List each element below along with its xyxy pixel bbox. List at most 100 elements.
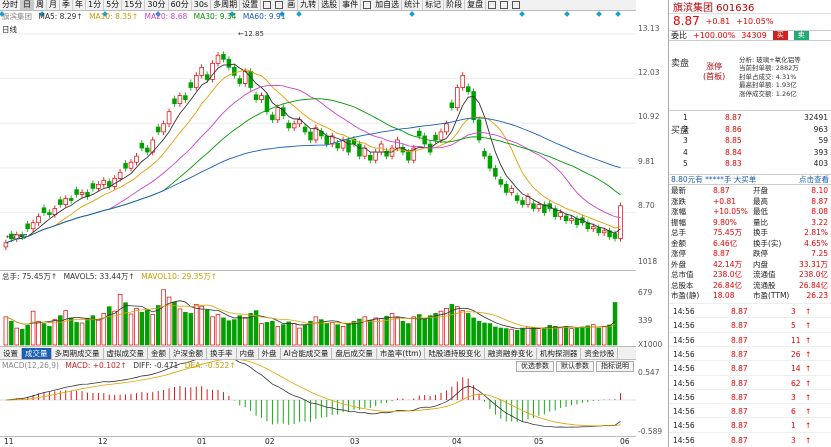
- event-marker[interactable]: [296, 11, 302, 17]
- toolbar-7[interactable]: 5分: [104, 0, 123, 10]
- toolbar-5[interactable]: 年: [73, 0, 86, 10]
- indicator-tab[interactable]: 融资融券变化: [485, 347, 537, 359]
- stat-label: 外盘: [671, 259, 686, 269]
- volume-bar: [308, 320, 313, 346]
- volume-bar: [612, 302, 618, 346]
- candle: [194, 75, 199, 88]
- volume-bar: [411, 316, 417, 346]
- candle: [270, 114, 275, 121]
- price-tick: 9.81: [638, 157, 655, 166]
- toolbar-11[interactable]: 30s: [192, 0, 212, 10]
- view-big-order-link[interactable]: 点击查看: [799, 175, 829, 185]
- tool-icon[interactable]: [512, 1, 521, 9]
- toolbar-21[interactable]: 加自选: [373, 0, 403, 10]
- toolbar-19[interactable]: 事件: [340, 0, 362, 10]
- toolbar-10[interactable]: 60分: [169, 0, 192, 10]
- indicator-tab[interactable]: 外盘: [259, 347, 281, 359]
- indicator-tab[interactable]: 沪深金额: [170, 347, 207, 359]
- event-marker[interactable]: [615, 11, 621, 17]
- volume-bar: [183, 311, 188, 346]
- macd-pane[interactable]: MACD(12,26,9) MACD: +0.102↑ DIFF: -0.471…: [0, 355, 636, 437]
- buy-button[interactable]: 买: [772, 31, 788, 40]
- tool-icon[interactable]: [275, 1, 284, 9]
- default-params-button[interactable]: 默认参数: [556, 361, 594, 372]
- indicator-tab[interactable]: 资金炒股: [581, 347, 619, 359]
- toolbar-17[interactable]: 九转: [298, 0, 320, 10]
- bid-row[interactable]: 4 8.84 393: [669, 148, 831, 159]
- indicator-tab[interactable]: 盘后成交量: [332, 347, 377, 359]
- optimal-params-button[interactable]: 优选参数: [516, 361, 554, 372]
- indicator-tab[interactable]: 成交量: [22, 347, 52, 359]
- volume-bar: [52, 319, 58, 346]
- event-marker[interactable]: [519, 11, 525, 17]
- toolbar-23[interactable]: 标记: [423, 0, 445, 10]
- kline-pane[interactable]: 旗滨集团 MA5: 8.29↑ MA10: 8.35↑ MA20: 8.68 M…: [0, 11, 636, 271]
- price-line: 8.87 +0.81 +10.05%: [669, 14, 831, 28]
- toolbar-2[interactable]: 周: [34, 0, 47, 10]
- tool-icon[interactable]: [263, 1, 272, 9]
- candle: [455, 87, 460, 109]
- volume-tick: 1018: [638, 257, 658, 266]
- indicator-tab[interactable]: 内盘: [237, 347, 259, 359]
- toolbar-16[interactable]: 画: [285, 0, 299, 10]
- indicator-tab[interactable]: 机构探测器: [537, 347, 582, 359]
- bid-volume: 59: [818, 136, 828, 146]
- candle: [25, 223, 30, 230]
- ma5-line: [5, 63, 621, 244]
- toolbar-22[interactable]: 统计: [402, 0, 424, 10]
- indicator-tab[interactable]: 虚拟成交量: [104, 347, 148, 359]
- toolbar-9[interactable]: 30分: [145, 0, 169, 10]
- tool-icon[interactable]: [488, 1, 497, 9]
- indicator-tab[interactable]: 陆股通持股变化: [425, 347, 485, 359]
- price-tick: 12.03: [638, 68, 660, 77]
- indicator-help-button[interactable]: 指标说明: [596, 361, 634, 372]
- stat-value: 8.87: [713, 186, 730, 195]
- indicator-tabs: 设置 成交量 多周期成交量 虚拟成交量 金额 沪深金额 换手率 内盘 外盘 AI合能成交量 盘后成交…: [0, 347, 636, 360]
- bid-row[interactable]: 2 8.86 963: [669, 125, 831, 136]
- candle: [373, 151, 378, 161]
- volume-pane[interactable]: 总手: 75.45万↑ MAVOL5: 33.44万↑ MAVOL10: 29.…: [0, 271, 636, 347]
- volume-bar: [493, 326, 498, 346]
- toolbar-4[interactable]: 季: [60, 0, 73, 10]
- indicator-tab[interactable]: 换手率: [207, 347, 237, 359]
- toolbar-1[interactable]: 日: [21, 0, 34, 10]
- volume-bar: [150, 314, 155, 346]
- bid-row[interactable]: 1 8.87 32491: [669, 113, 831, 124]
- volume-bar: [58, 315, 63, 346]
- event-marker[interactable]: [596, 11, 602, 17]
- bid-row[interactable]: 3 8.85 59: [669, 136, 831, 147]
- tool-icon[interactable]: [363, 1, 372, 9]
- stat-value: 7.25: [811, 249, 828, 258]
- stat-value: 18.08: [713, 291, 735, 300]
- indicator-tab[interactable]: 设置: [0, 347, 22, 359]
- event-marker[interactable]: [564, 11, 570, 17]
- bid-price: 8.86: [725, 124, 742, 134]
- ma30-label: MA30: 9.34: [193, 12, 237, 21]
- limit-up-badge: 涨停 (首板): [703, 62, 725, 82]
- indicator-tab[interactable]: 市盈率(ttm): [377, 347, 426, 359]
- event-marker[interactable]: [409, 11, 415, 17]
- toolbar-13[interactable]: 设置: [240, 0, 262, 10]
- toolbar-18[interactable]: 选股: [319, 0, 341, 10]
- candle: [232, 67, 237, 76]
- toolbar-8[interactable]: 15分: [122, 0, 146, 10]
- indicator-tab[interactable]: 金额: [148, 347, 170, 359]
- toolbar-12[interactable]: 多周期: [211, 0, 241, 10]
- toolbar-24[interactable]: 阶段: [444, 0, 466, 10]
- candlestick-chart[interactable]: ←12.85 ←7.87: [0, 11, 636, 271]
- bid-row[interactable]: 5 8.83 403: [669, 159, 831, 170]
- volume-bar: [389, 313, 395, 346]
- toolbar-6[interactable]: 1分: [86, 0, 105, 10]
- indicator-tab[interactable]: 多周期成交量: [52, 347, 104, 359]
- last-price: 8.87: [673, 14, 700, 28]
- toolbar-25[interactable]: 复盘: [465, 0, 487, 10]
- sell-button[interactable]: 卖: [793, 31, 809, 40]
- tool-icon[interactable]: [500, 1, 509, 9]
- toolbar-3[interactable]: 月: [47, 0, 60, 10]
- ma30-line: [5, 98, 621, 244]
- volume-chart[interactable]: [0, 271, 636, 347]
- dea-label: DEA: -0.522↑: [184, 361, 236, 370]
- indicator-tab[interactable]: AI合能成交量: [281, 347, 333, 359]
- candle: [558, 212, 563, 217]
- toolbar-0[interactable]: 分时: [0, 0, 21, 10]
